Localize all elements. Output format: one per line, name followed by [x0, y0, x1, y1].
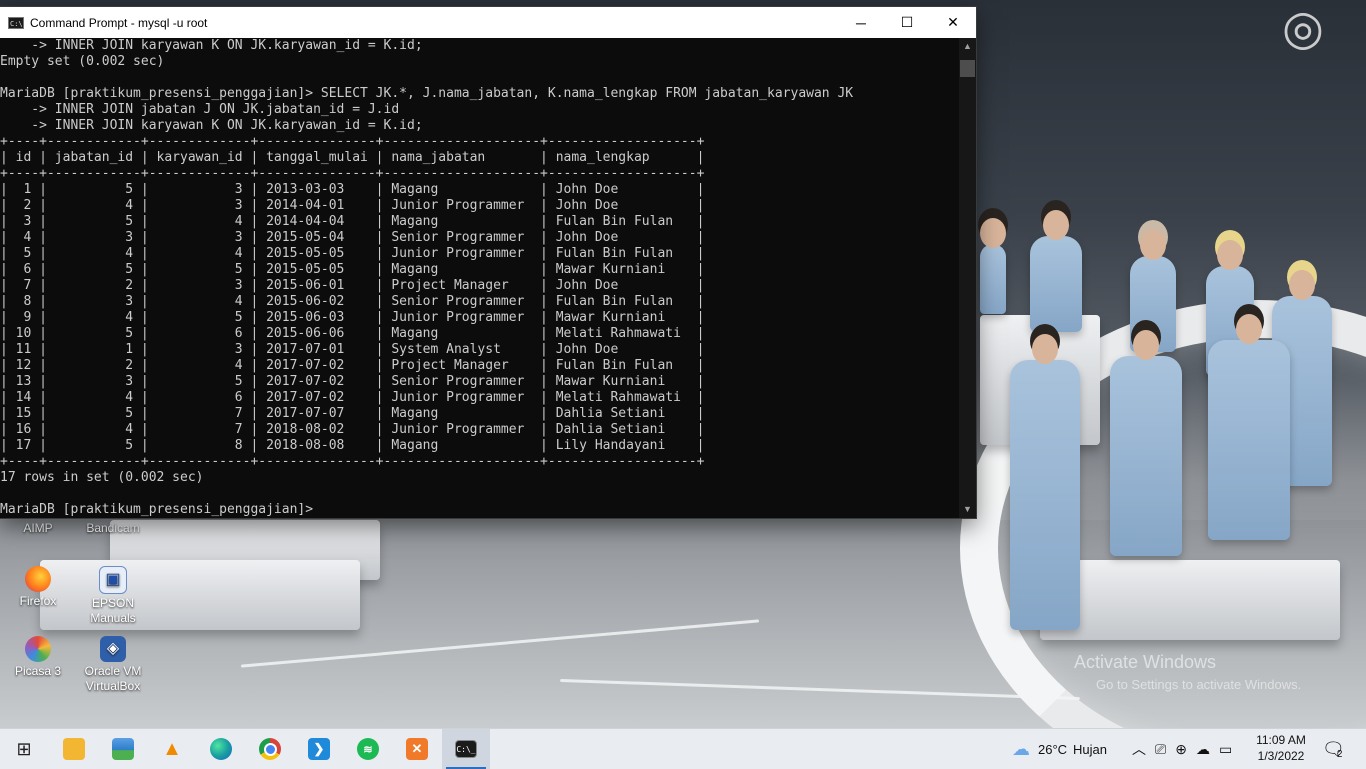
- weather-temperature: 26°C: [1038, 741, 1068, 757]
- start-button[interactable]: ⊞: [0, 729, 48, 769]
- weather-condition: Hujan: [1073, 741, 1108, 757]
- battery-icon[interactable]: ▭: [1219, 741, 1232, 758]
- scrollbar-thumb[interactable]: [960, 60, 975, 77]
- taskbar-vscode[interactable]: ❯: [295, 729, 343, 769]
- taskbar-command-prompt[interactable]: C:\_: [442, 729, 490, 769]
- vscode-icon: ❯: [308, 738, 330, 760]
- window-title: Command Prompt - mysql -u root: [30, 15, 208, 30]
- desktop-icon-label: Picasa 3: [14, 664, 62, 678]
- terminal-text: -> INNER JOIN karyawan K ON JK.karyawan_…: [0, 38, 854, 517]
- photos-icon: [112, 738, 134, 760]
- picasa-icon: [25, 636, 51, 662]
- chevron-up-icon[interactable]: ︿: [1132, 739, 1146, 759]
- taskbar: ⊞ ▲ ❯ ≋ ✕ C:\_ ☁ 26°C Hujan ︿ ⎚ ⊕ ☁ ▭ 11…: [0, 728, 1366, 769]
- language-globe-icon[interactable]: ⊕: [1175, 741, 1187, 758]
- desktop-icon-label: Bandicam: [86, 521, 140, 535]
- terminal-output[interactable]: -> INNER JOIN karyawan K ON JK.karyawan_…: [0, 38, 959, 518]
- desktop-icon-label: Oracle VM VirtualBox: [84, 664, 142, 693]
- close-button[interactable]: ✕: [930, 7, 976, 38]
- wallpaper-figure: [1110, 330, 1182, 556]
- xampp-icon: ✕: [406, 738, 428, 760]
- taskbar-spotify[interactable]: ≋: [344, 729, 392, 769]
- desktop-icon-firefox[interactable]: Firefox: [1, 566, 75, 609]
- clock-time: 11:09 AM: [1256, 733, 1306, 747]
- window-titlebar[interactable]: C:\ Command Prompt - mysql -u root ─ ☐ ✕: [0, 7, 976, 38]
- system-tray: ︿ ⎚ ⊕ ☁ ▭: [1132, 729, 1232, 769]
- taskbar-xampp[interactable]: ✕: [393, 729, 441, 769]
- notification-icon: 🗨: [1322, 738, 1345, 759]
- firefox-icon: [25, 566, 51, 592]
- taskbar-vlc[interactable]: ▲: [148, 729, 196, 769]
- desktop-icon-picasa[interactable]: Picasa 3: [1, 636, 75, 679]
- activate-windows-title: Activate Windows: [1074, 652, 1217, 672]
- desktop-icon-aimp[interactable]: AIMP: [1, 521, 75, 536]
- spotify-icon: ≋: [357, 738, 379, 760]
- chrome-icon: [259, 738, 281, 760]
- taskbar-photos[interactable]: [99, 729, 147, 769]
- notifications-button[interactable]: 🗨 2: [1322, 729, 1345, 769]
- minimize-button[interactable]: ─: [838, 7, 884, 38]
- wallpaper-bench: [1040, 560, 1340, 640]
- vlc-icon: ▲: [162, 737, 182, 760]
- clock-date: 1/3/2022: [1257, 749, 1305, 763]
- terminal-scrollbar[interactable]: ▲ ▼: [959, 38, 976, 518]
- wallpaper-figure: [980, 218, 1006, 314]
- wallpaper-figure: [1010, 334, 1080, 630]
- desktop-icon-label: AIMP: [23, 521, 53, 535]
- maximize-button[interactable]: ☐: [884, 7, 930, 38]
- taskbar-clock[interactable]: 11:09 AM 1/3/2022: [1248, 732, 1314, 764]
- taskbar-file-explorer[interactable]: [50, 729, 98, 769]
- wallpaper-figure: [1030, 210, 1082, 332]
- windows-start-icon: ⊞: [16, 738, 32, 759]
- desktop-icon-label: EPSON Manuals: [90, 596, 136, 625]
- wallpaper-figure: [1208, 314, 1290, 540]
- desktop-icon-label: Firefox: [19, 594, 57, 608]
- desktop-icon-epson-manuals[interactable]: ▣ EPSON Manuals: [76, 566, 150, 626]
- activate-windows-subtitle: Go to Settings to activate Windows.: [1096, 677, 1302, 692]
- command-prompt-window[interactable]: C:\ Command Prompt - mysql -u root ─ ☐ ✕…: [0, 7, 976, 518]
- desktop-icon-bandicam[interactable]: Bandicam: [76, 521, 150, 536]
- virtualbox-icon: ◈: [100, 636, 126, 662]
- onedrive-cloud-icon[interactable]: ☁: [1196, 741, 1210, 758]
- cmd-icon: C:\_: [455, 740, 477, 758]
- taskbar-chrome[interactable]: [246, 729, 294, 769]
- wallpaper-logo-icon: ◎: [1282, 2, 1324, 55]
- desktop-icon-virtualbox[interactable]: ◈ Oracle VM VirtualBox: [76, 636, 150, 694]
- epson-manuals-icon: ▣: [99, 566, 127, 594]
- weather-widget[interactable]: ☁ 26°C Hujan: [1012, 729, 1107, 769]
- weather-cloud-icon: ☁: [1012, 738, 1030, 759]
- cmd-icon: C:\: [8, 16, 24, 29]
- edge-icon: [210, 738, 232, 760]
- scroll-up-icon[interactable]: ▲: [959, 38, 976, 55]
- taskbar-edge[interactable]: [197, 729, 245, 769]
- folder-icon: [63, 738, 85, 760]
- meet-now-icon[interactable]: ⎚: [1155, 741, 1166, 758]
- scroll-down-icon[interactable]: ▼: [959, 501, 976, 518]
